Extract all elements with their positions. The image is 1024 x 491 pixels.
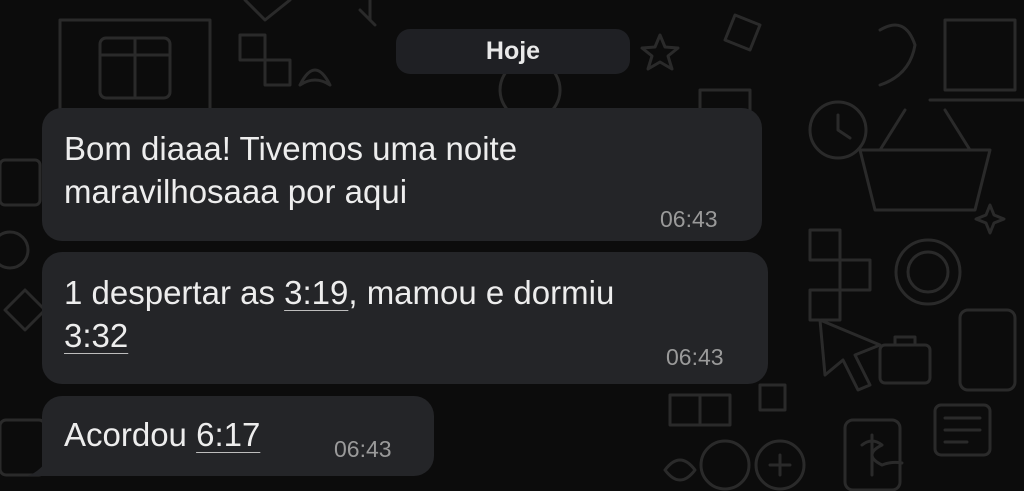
message-text-line: maravilhosaaa por aqui bbox=[64, 173, 408, 210]
time-link[interactable]: 6:17 bbox=[196, 416, 260, 453]
message-timestamp: 06:43 bbox=[666, 344, 724, 370]
date-separator-label: Hoje bbox=[485, 37, 541, 65]
message-bubble[interactable]: Acordou 6:17 06:43 bbox=[42, 396, 434, 476]
time-link[interactable]: 3:32 bbox=[64, 317, 128, 354]
message-text-line: 1 despertar as 3:19, mamou e dormiu bbox=[64, 271, 614, 314]
message-timestamp: 06:43 bbox=[660, 206, 718, 232]
message-text: 1 despertar as bbox=[64, 274, 285, 311]
message-timestamp: 06:43 bbox=[334, 436, 392, 462]
message-text: , mamou e dormiu bbox=[348, 274, 615, 311]
bubble-tail bbox=[28, 456, 50, 476]
chat-area[interactable]: Hoje Bom diaaa! Tivemos uma noite maravi… bbox=[0, 0, 1024, 491]
message-text-line: 3:32 bbox=[64, 314, 128, 357]
message-text: Acordou bbox=[64, 416, 197, 453]
time-link[interactable]: 3:19 bbox=[284, 274, 348, 311]
message-text-line: Acordou 6:17 bbox=[64, 413, 260, 456]
message-bubble[interactable]: Bom diaaa! Tivemos uma noite maravilhosa… bbox=[42, 108, 762, 241]
message-bubble[interactable]: 1 despertar as 3:19, mamou e dormiu 3:32… bbox=[42, 252, 768, 384]
date-separator: Hoje bbox=[396, 29, 630, 74]
message-text-line: Bom diaaa! Tivemos uma noite bbox=[64, 130, 518, 167]
